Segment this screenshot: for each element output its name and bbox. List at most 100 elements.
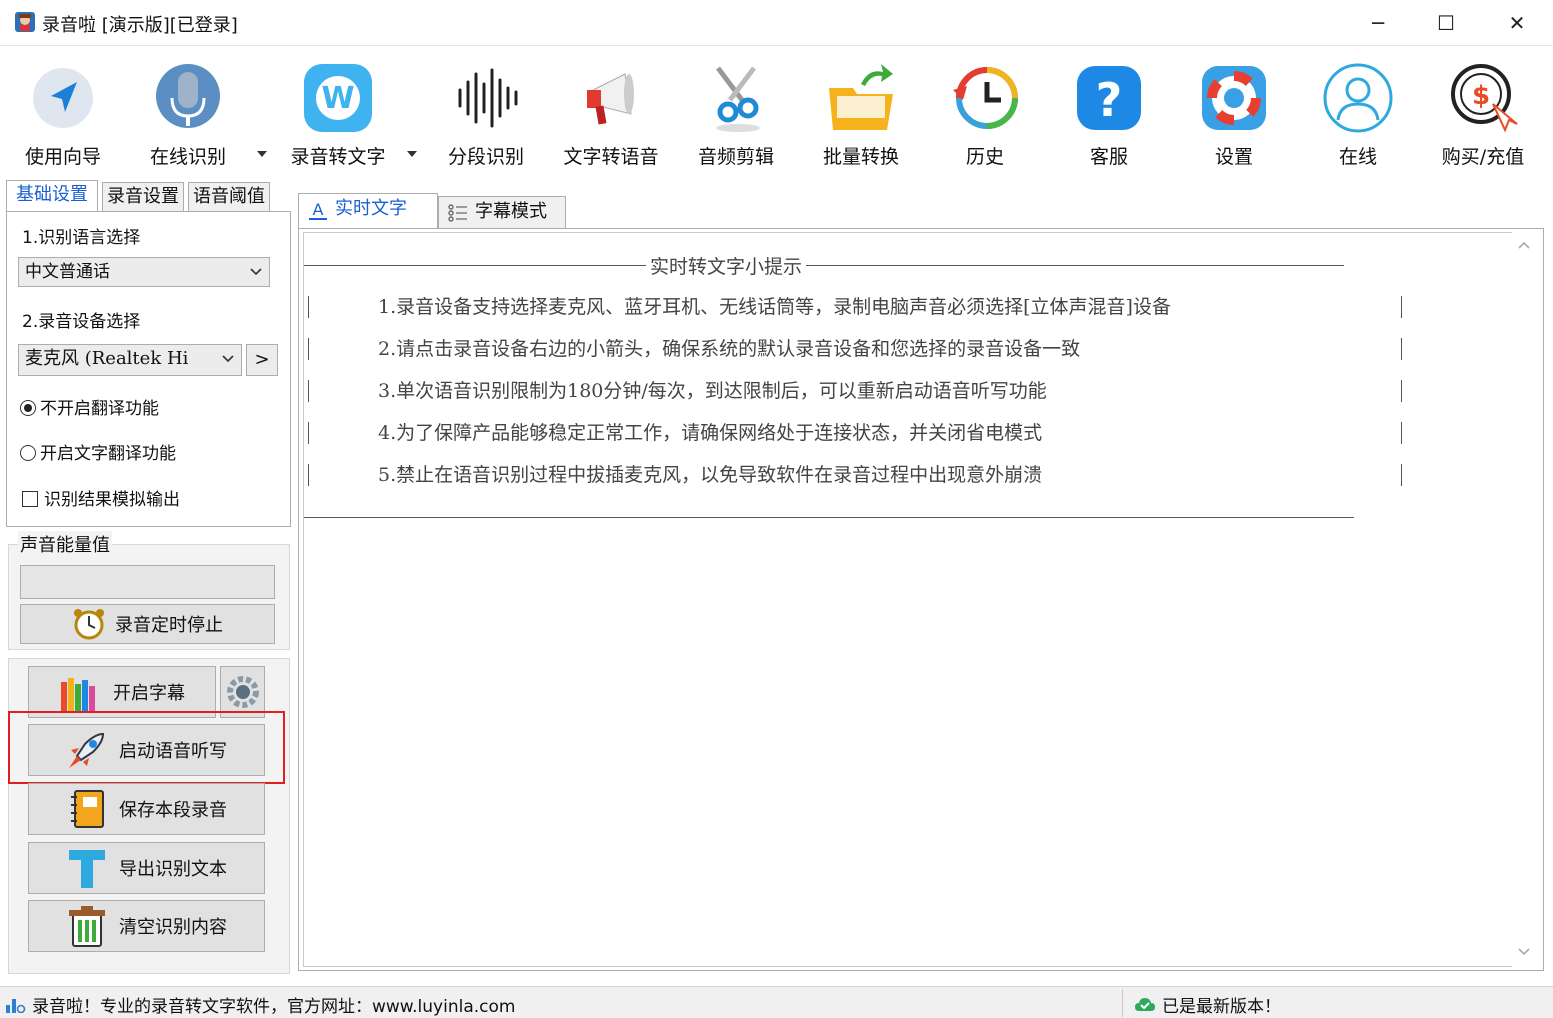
save-segment-label: 保存本段录音 <box>119 800 227 821</box>
cloud-check-icon <box>1135 998 1155 1011</box>
purchase-coin-icon: $ <box>1451 64 1518 133</box>
version-status: 已是最新版本！ <box>1162 997 1281 1017</box>
toolbar-label: 分段识别 <box>447 146 524 168</box>
status-separator <box>1122 989 1123 1017</box>
simulate-output-label: 识别结果模拟输出 <box>44 490 180 510</box>
maximize-button[interactable]: ☐ <box>1411 0 1481 46</box>
toolbar-history-button[interactable]: 历史 <box>930 60 1040 170</box>
status-bar: 录音啦！专业的录音转文字软件，官方网址：www.luyinla.com 已是最新… <box>0 986 1553 1018</box>
toolbar-label: 录音转文字 <box>290 146 386 168</box>
tab-voice-threshold[interactable]: 语音阈值 <box>188 182 270 212</box>
close-button[interactable]: ✕ <box>1482 0 1552 46</box>
toolbar-guide-button[interactable]: 使用向导 <box>8 60 118 170</box>
chevron-down-icon <box>222 355 234 363</box>
close-icon: ✕ <box>1508 11 1526 35</box>
toolbar-audio-edit-button[interactable]: 音频剪辑 <box>681 60 791 170</box>
chevron-down-icon[interactable] <box>404 146 420 162</box>
save-segment-button[interactable]: 保存本段录音 <box>28 783 265 835</box>
hint-line: 1.录音设备支持选择麦克风、蓝牙耳机、无线话筒等，录制电脑声音必须选择[立体声混… <box>304 292 1414 322</box>
toolbar-segment-recognition-button[interactable]: 分段识别 <box>431 60 541 170</box>
title-bar: 录音啦 [演示版][已登录] ─ ☐ ✕ <box>0 0 1553 46</box>
toolbar-label: 使用向导 <box>24 146 101 168</box>
user-online-icon <box>1323 63 1393 133</box>
tab-recording-settings[interactable]: 录音设置 <box>102 182 184 212</box>
hint-text: 1.录音设备支持选择麦克风、蓝牙耳机、无线话筒等，录制电脑声音必须选择[立体声混… <box>378 296 1171 318</box>
toolbar-settings-button[interactable]: 设置 <box>1179 60 1289 170</box>
bar-chart-icon <box>6 999 26 1013</box>
clear-content-label: 清空识别内容 <box>119 917 227 938</box>
waveform-icon <box>458 68 518 128</box>
no-translate-label: 不开启翻译功能 <box>40 399 159 419</box>
toolbar-label: 设置 <box>1214 146 1253 168</box>
device-next-button[interactable]: > <box>246 344 278 376</box>
gear-icon <box>226 676 259 708</box>
folder-convert-icon <box>829 64 893 130</box>
minimize-button[interactable]: ─ <box>1343 0 1413 46</box>
status-message: 录音啦！专业的录音转文字软件，官方网址：www.luyinla.com <box>32 997 516 1017</box>
hint-line: 3.单次语音识别限制为180分钟/每次，到达限制后，可以重新启动语音听写功能 <box>304 376 1414 406</box>
toolbar-label: 文字转语音 <box>563 146 659 168</box>
toolbar-audio-to-text-button[interactable]: W 录音转文字 <box>283 60 393 170</box>
language-label: 1.识别语言选择 <box>22 228 141 248</box>
hint-top-rule <box>304 265 1344 266</box>
toolbar-label: 购买/充值 <box>1441 146 1525 168</box>
export-text-button[interactable]: 导出识别文本 <box>28 842 265 894</box>
tab-subtitle-mode[interactable]: 字幕模式 <box>438 196 566 228</box>
hint-title: 实时转文字小提示 <box>646 252 807 279</box>
megaphone-icon <box>587 73 634 125</box>
crayons-icon <box>61 678 95 712</box>
language-select-value: 中文普通话 <box>25 262 110 282</box>
text-t-icon <box>69 850 105 888</box>
toolbar-label: 客服 <box>1089 146 1128 168</box>
energy-title: 声音能量值 <box>18 531 112 557</box>
energy-meter <box>20 565 275 599</box>
highlight-box <box>8 711 285 784</box>
scissors-icon <box>716 66 760 132</box>
tab-basic-settings[interactable]: 基础设置 <box>6 180 98 212</box>
toolbar-batch-convert-button[interactable]: 批量转换 <box>806 60 916 170</box>
scroll-down-icon[interactable] <box>1517 945 1531 959</box>
toolbar-support-button[interactable]: ? 客服 <box>1054 60 1164 170</box>
trash-icon <box>69 906 105 947</box>
toolbar-online-button[interactable]: 在线 <box>1303 60 1413 170</box>
help-question-icon: ? <box>1077 66 1141 130</box>
toolbar-text-to-speech-button[interactable]: 文字转语音 <box>556 60 666 170</box>
w-app-icon: W <box>304 64 372 132</box>
device-select-value: 麦克风 (Realtek Hi <box>25 348 189 369</box>
scroll-up-icon[interactable] <box>1517 238 1531 252</box>
device-select[interactable]: 麦克风 (Realtek Hi <box>18 344 242 376</box>
svg-text:W: W <box>321 81 354 116</box>
timer-stop-button[interactable]: 录音定时停止 <box>20 604 275 644</box>
main-toolbar: 使用向导 在线识别 W 录音转文字 分段识别 文字转语音 音频剪辑 批量转换 历… <box>0 46 1553 176</box>
translate-radio[interactable]: 开启文字翻译功能 <box>20 437 176 471</box>
radio-selected-icon <box>20 400 36 416</box>
chevron-down-icon[interactable] <box>254 146 270 162</box>
subtitle-label: 开启字幕 <box>113 683 185 704</box>
clear-content-button[interactable]: 清空识别内容 <box>28 900 265 952</box>
toolbar-label: 在线识别 <box>149 146 226 168</box>
checkbox-icon <box>22 491 38 507</box>
maximize-icon: ☐ <box>1437 11 1455 35</box>
timer-stop-label: 录音定时停止 <box>115 615 223 636</box>
tab-realtime-text-label: 实时文字 <box>335 198 407 219</box>
radio-unselected-icon <box>20 445 36 461</box>
tab-subtitle-mode-label: 字幕模式 <box>475 201 547 222</box>
translate-label: 开启文字翻译功能 <box>40 444 176 464</box>
hint-line: 2.请点击录音设备右边的小箭头，确保系统的默认录音设备和您选择的录音设备一致 <box>304 334 1414 364</box>
navigation-arrow-icon <box>33 68 93 128</box>
hint-bottom-rule <box>304 517 1354 518</box>
lifebuoy-settings-icon <box>1202 66 1266 130</box>
hint-text: 4.为了保障产品能够稳定正常工作，请确保网络处于连接状态，并关闭省电模式 <box>378 422 1043 444</box>
simulate-output-checkbox[interactable]: 识别结果模拟输出 <box>22 483 180 517</box>
hint-line: 4.为了保障产品能够稳定正常工作，请确保网络处于连接状态，并关闭省电模式 <box>304 418 1414 448</box>
toolbar-purchase-button[interactable]: $ 购买/充值 <box>1428 60 1538 170</box>
hint-text: 3.单次语音识别限制为180分钟/每次，到达限制后，可以重新启动语音听写功能 <box>378 380 1047 402</box>
history-clock-icon <box>953 67 1018 129</box>
vertical-scrollbar[interactable] <box>1512 232 1536 967</box>
language-select[interactable]: 中文普通话 <box>18 257 270 287</box>
list-icon <box>448 204 467 222</box>
tab-realtime-text[interactable]: A 实时文字 <box>298 193 438 229</box>
toolbar-online-recognition-button[interactable]: 在线识别 <box>133 60 243 170</box>
no-translate-radio[interactable]: 不开启翻译功能 <box>20 392 159 426</box>
hint-line: 5.禁止在语音识别过程中拔插麦克风，以免导致软件在录音过程中出现意外崩溃 <box>304 460 1414 490</box>
